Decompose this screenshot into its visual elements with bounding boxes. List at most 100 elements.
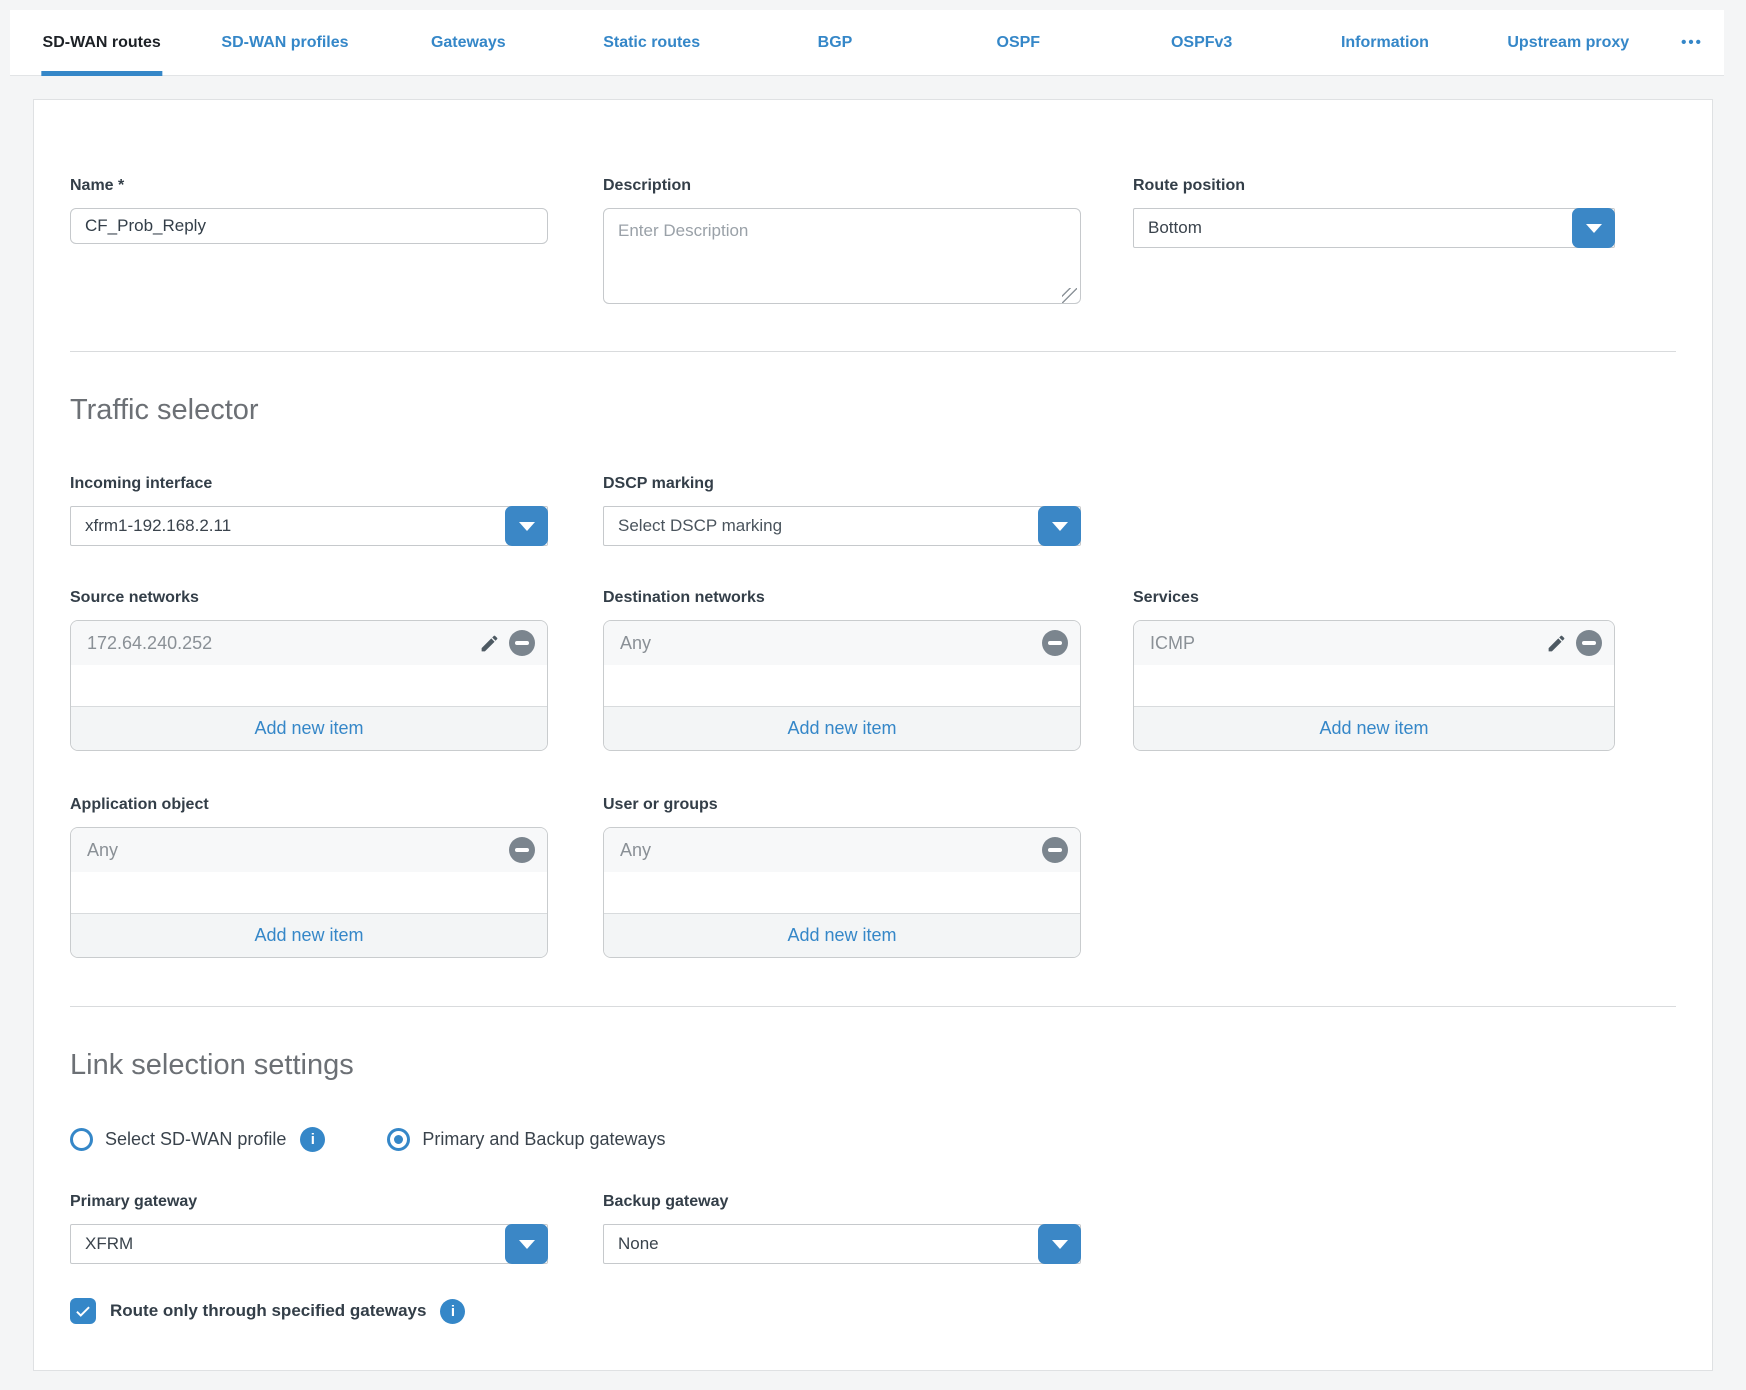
source-networks-list: 172.64.240.252 Add new item (70, 620, 548, 751)
info-icon[interactable]: i (300, 1127, 325, 1152)
radio-primary-backup-gateways[interactable]: Primary and Backup gateways (387, 1128, 665, 1151)
tab-label: Gateways (431, 34, 506, 52)
user-or-groups-list: Any Add new item (603, 827, 1081, 958)
name-input[interactable] (70, 208, 548, 244)
list-item: Any (71, 828, 547, 872)
tab-sd-wan-profiles[interactable]: SD-WAN profiles (193, 10, 376, 75)
more-tabs-button[interactable]: ••• (1660, 10, 1724, 75)
destination-networks-label: Destination networks (603, 588, 1081, 608)
remove-icon[interactable] (1042, 837, 1068, 863)
services-label: Services (1133, 588, 1615, 608)
checkmark-icon (74, 1302, 92, 1320)
name-label: Name * (70, 176, 548, 196)
edit-icon[interactable] (1544, 631, 1568, 655)
chevron-down-icon[interactable] (505, 1224, 548, 1264)
tab-label: SD-WAN profiles (221, 34, 348, 52)
list-item-text: 172.64.240.252 (87, 633, 212, 654)
dscp-marking-select[interactable]: Select DSCP marking (603, 506, 1081, 546)
list-item-text: Any (620, 633, 651, 654)
list-item-text: Any (87, 840, 118, 861)
destination-networks-list: Any Add new item (603, 620, 1081, 751)
list-item: Any (604, 828, 1080, 872)
description-label: Description (603, 176, 1081, 196)
application-object-label: Application object (70, 795, 548, 815)
tab-sd-wan-routes[interactable]: SD-WAN routes (10, 10, 193, 75)
remove-icon[interactable] (509, 630, 535, 656)
add-new-item-button[interactable]: Add new item (1134, 706, 1614, 750)
incoming-interface-label: Incoming interface (70, 474, 548, 494)
chevron-down-icon[interactable] (1572, 208, 1615, 248)
dscp-marking-value: Select DSCP marking (618, 516, 782, 536)
caret-glyph (519, 522, 535, 531)
backup-gateway-select[interactable]: None (603, 1224, 1081, 1264)
user-or-groups-label: User or groups (603, 795, 1081, 815)
remove-icon[interactable] (1576, 630, 1602, 656)
incoming-interface-select[interactable]: xfrm1-192.168.2.11 (70, 506, 548, 546)
source-networks-label: Source networks (70, 588, 548, 608)
list-empty-space (604, 872, 1080, 913)
section-divider (70, 1006, 1676, 1007)
radio-label: Primary and Backup gateways (422, 1129, 665, 1150)
radio-label: Select SD-WAN profile (105, 1129, 286, 1150)
route-position-select[interactable]: Bottom (1133, 208, 1615, 248)
list-item: Any (604, 621, 1080, 665)
tab-ospf[interactable]: OSPF (927, 10, 1110, 75)
link-selection-title: Link selection settings (70, 1047, 1676, 1083)
section-divider (70, 351, 1676, 352)
tab-upstream-proxy[interactable]: Upstream proxy (1477, 10, 1660, 75)
primary-gateway-label: Primary gateway (70, 1192, 548, 1212)
radio-unselected-icon[interactable] (70, 1128, 93, 1151)
backup-gateway-label: Backup gateway (603, 1192, 1081, 1212)
list-empty-space (71, 872, 547, 913)
caret-glyph (1052, 522, 1068, 531)
list-empty-space (71, 665, 547, 706)
chevron-down-icon[interactable] (505, 506, 548, 546)
primary-gateway-value: XFRM (85, 1234, 133, 1254)
caret-glyph (1586, 224, 1602, 233)
tab-information[interactable]: Information (1293, 10, 1476, 75)
remove-icon[interactable] (1042, 630, 1068, 656)
add-new-item-button[interactable]: Add new item (604, 706, 1080, 750)
application-object-list: Any Add new item (70, 827, 548, 958)
chevron-down-icon[interactable] (1038, 1224, 1081, 1264)
description-textarea[interactable] (603, 208, 1081, 304)
add-new-item-button[interactable]: Add new item (71, 706, 547, 750)
tab-static-routes[interactable]: Static routes (560, 10, 743, 75)
tab-label: Information (1341, 34, 1429, 52)
list-item: ICMP (1134, 621, 1614, 665)
list-item-text: Any (620, 840, 651, 861)
tab-label: OSPFv3 (1171, 34, 1232, 52)
tab-bgp[interactable]: BGP (743, 10, 926, 75)
caret-glyph (519, 1240, 535, 1249)
list-empty-space (1134, 665, 1614, 706)
route-only-checkbox[interactable] (70, 1298, 96, 1324)
route-position-value: Bottom (1148, 218, 1202, 238)
add-new-item-button[interactable]: Add new item (71, 913, 547, 957)
radio-selected-icon[interactable] (387, 1128, 410, 1151)
chevron-down-icon[interactable] (1038, 506, 1081, 546)
resize-handle[interactable] (1062, 288, 1077, 303)
sd-wan-route-form: Name * Description Route position Bottom… (33, 99, 1713, 1371)
add-new-item-button[interactable]: Add new item (604, 913, 1080, 957)
list-empty-space (604, 665, 1080, 706)
list-item: 172.64.240.252 (71, 621, 547, 665)
tab-bar: SD-WAN routes SD-WAN profiles Gateways S… (10, 10, 1724, 76)
traffic-selector-title: Traffic selector (70, 392, 1676, 428)
incoming-interface-value: xfrm1-192.168.2.11 (85, 516, 231, 536)
route-position-label: Route position (1133, 176, 1615, 196)
tab-label: Static routes (603, 34, 700, 52)
tab-label: OSPF (997, 34, 1041, 52)
tab-label: Upstream proxy (1507, 34, 1629, 52)
remove-icon[interactable] (509, 837, 535, 863)
tab-ospfv3[interactable]: OSPFv3 (1110, 10, 1293, 75)
primary-gateway-select[interactable]: XFRM (70, 1224, 548, 1264)
backup-gateway-value: None (618, 1234, 659, 1254)
dscp-marking-label: DSCP marking (603, 474, 1081, 494)
info-icon[interactable]: i (440, 1299, 465, 1324)
edit-icon[interactable] (477, 631, 501, 655)
tab-label: SD-WAN routes (43, 34, 161, 52)
radio-select-sd-wan-profile[interactable]: Select SD-WAN profile i (70, 1127, 325, 1152)
services-list: ICMP Add new item (1133, 620, 1615, 751)
ellipsis-icon: ••• (1681, 34, 1703, 51)
tab-gateways[interactable]: Gateways (377, 10, 560, 75)
